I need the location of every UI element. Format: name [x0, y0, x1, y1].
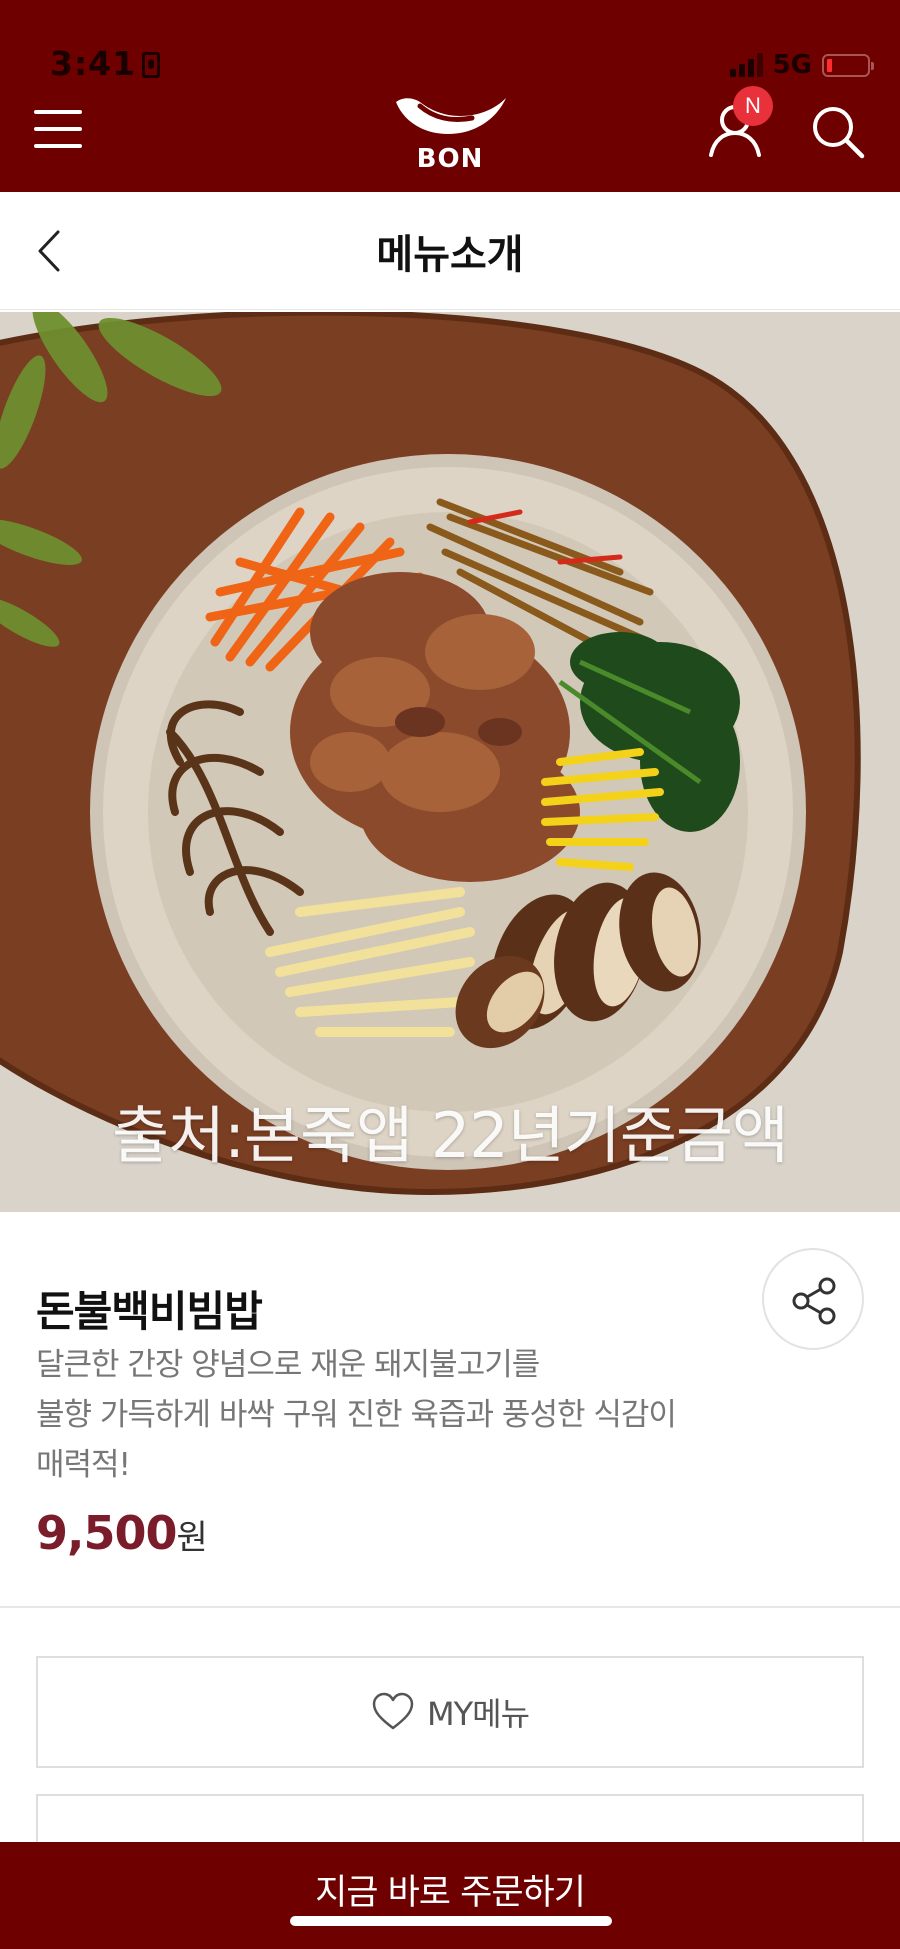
my-menu-label: MY메뉴 [426, 1695, 530, 1733]
product-name: 돈불백비빔밥 [36, 1287, 263, 1336]
description-line: 달큰한 간장 양념으로 재운 돼지불고기를 [36, 1347, 540, 1383]
bibimbap-illustration [0, 312, 900, 1212]
battery-icon [822, 53, 874, 77]
image-caption: 출처:본죽앱 22년기준금액 [112, 1099, 789, 1172]
order-now-label: 지금 바로 주문하기 [315, 1873, 586, 1913]
product-description: 달큰한 간장 양념으로 재운 돼지불고기를 불향 가득하게 바싹 구워 진한 육… [36, 1340, 796, 1490]
hamburger-menu-icon[interactable] [34, 110, 84, 152]
page-header: 메뉴소개 [0, 192, 900, 310]
status-time: 3:41 [50, 44, 161, 83]
portrait-lock-icon [142, 52, 161, 78]
share-icon [792, 1277, 836, 1325]
logo-text: BON [416, 144, 484, 174]
share-button[interactable] [762, 1248, 864, 1350]
price-value: 9,500 [36, 1506, 178, 1560]
section-divider [0, 1606, 900, 1608]
search-icon[interactable] [810, 104, 866, 160]
status-indicators: 5G [729, 50, 874, 80]
signal-icon [729, 53, 763, 77]
order-now-button[interactable]: 지금 바로 주문하기 [0, 1842, 900, 1949]
product-image [0, 312, 900, 1212]
notification-badge: N [733, 86, 773, 126]
network-type: 5G [772, 50, 812, 80]
my-menu-button[interactable]: MY메뉴 [36, 1656, 864, 1768]
heart-icon [372, 1692, 414, 1730]
bowl-logo-icon [396, 98, 506, 134]
description-line: 매력적! [36, 1447, 131, 1483]
home-indicator [290, 1916, 612, 1926]
app-header: 3:41 5G BON N [0, 0, 900, 192]
description-line: 불향 가득하게 바싹 구워 진한 육즙과 풍성한 식감이 [36, 1397, 677, 1433]
page-title: 메뉴소개 [376, 232, 524, 278]
product-price: 9,500원 [36, 1506, 208, 1560]
brand-logo[interactable]: BON [390, 92, 510, 174]
price-currency: 원 [176, 1518, 208, 1558]
status-time-text: 3:41 [50, 44, 137, 83]
